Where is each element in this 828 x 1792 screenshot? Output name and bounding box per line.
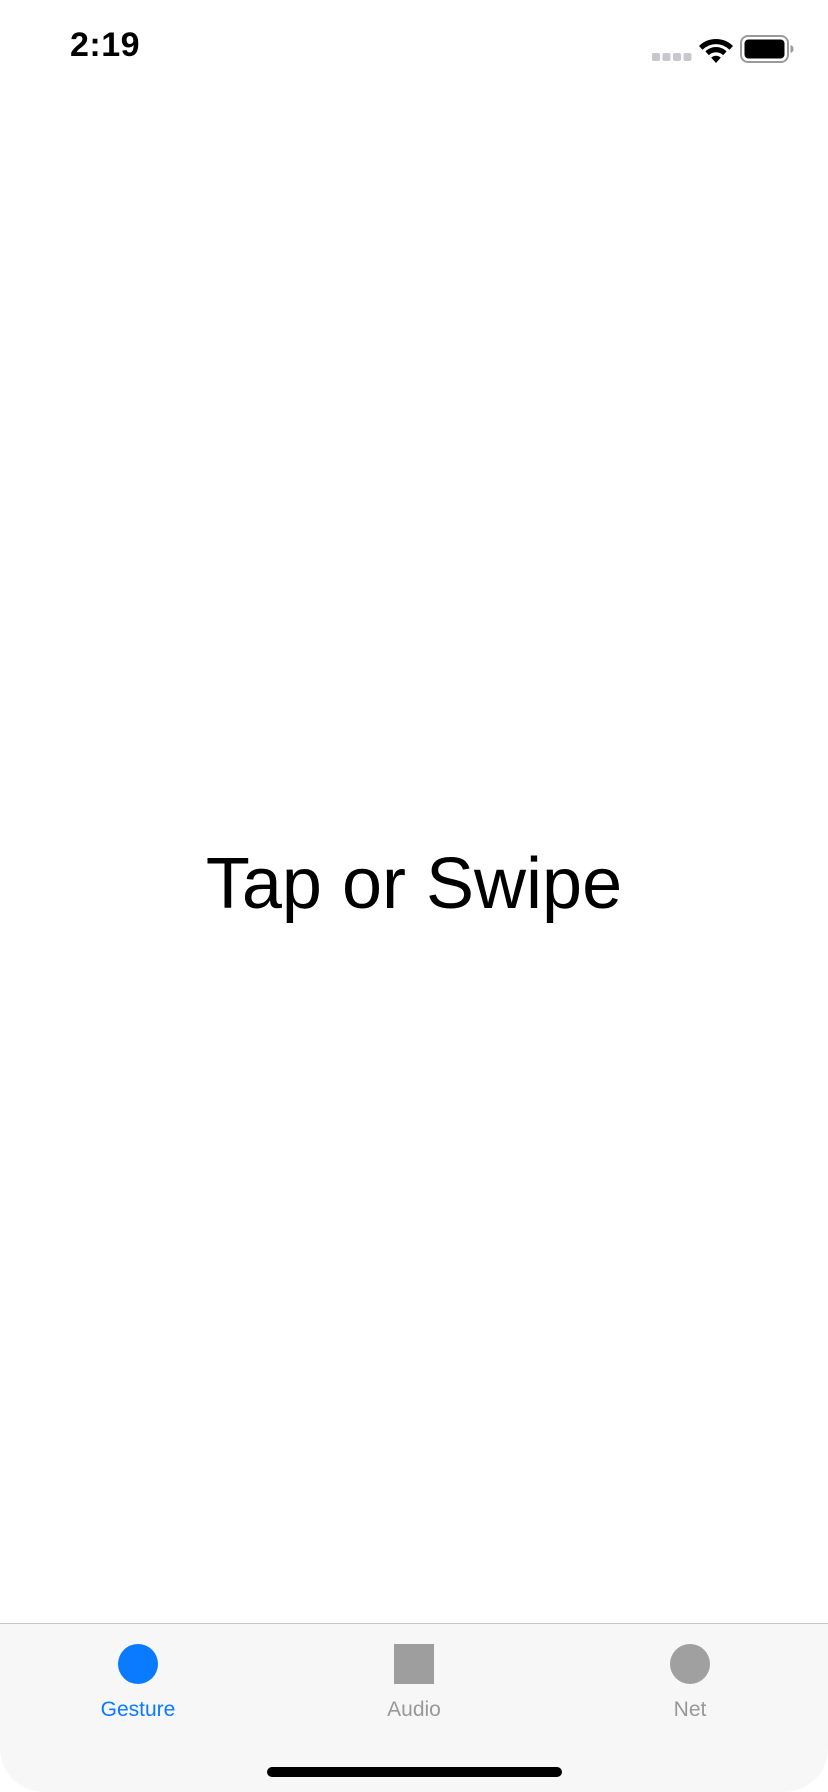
battery-icon (740, 35, 794, 63)
status-time: 2:19 (70, 26, 141, 64)
status-bar: 2:19 (0, 0, 828, 100)
filled-square-icon (394, 1644, 434, 1684)
wifi-icon (699, 38, 733, 63)
tab-gesture-label: Gesture (100, 1698, 176, 1721)
cellular-signal-icon (652, 53, 692, 61)
gesture-area[interactable]: Tap or Swipe (0, 100, 828, 1623)
tab-audio[interactable]: Audio (276, 1624, 552, 1734)
tab-gesture[interactable]: Gesture (0, 1624, 276, 1734)
filled-circle-icon (670, 1644, 710, 1684)
tab-net-label: Net (673, 1698, 707, 1721)
app-screen: 2:19 Tap or Swipe Gesture Audio Net (0, 0, 828, 1792)
gesture-prompt: Tap or Swipe (205, 844, 623, 924)
tab-audio-label: Audio (387, 1698, 441, 1721)
tab-net[interactable]: Net (552, 1624, 828, 1734)
home-indicator[interactable] (267, 1767, 562, 1777)
filled-circle-icon (118, 1644, 158, 1684)
